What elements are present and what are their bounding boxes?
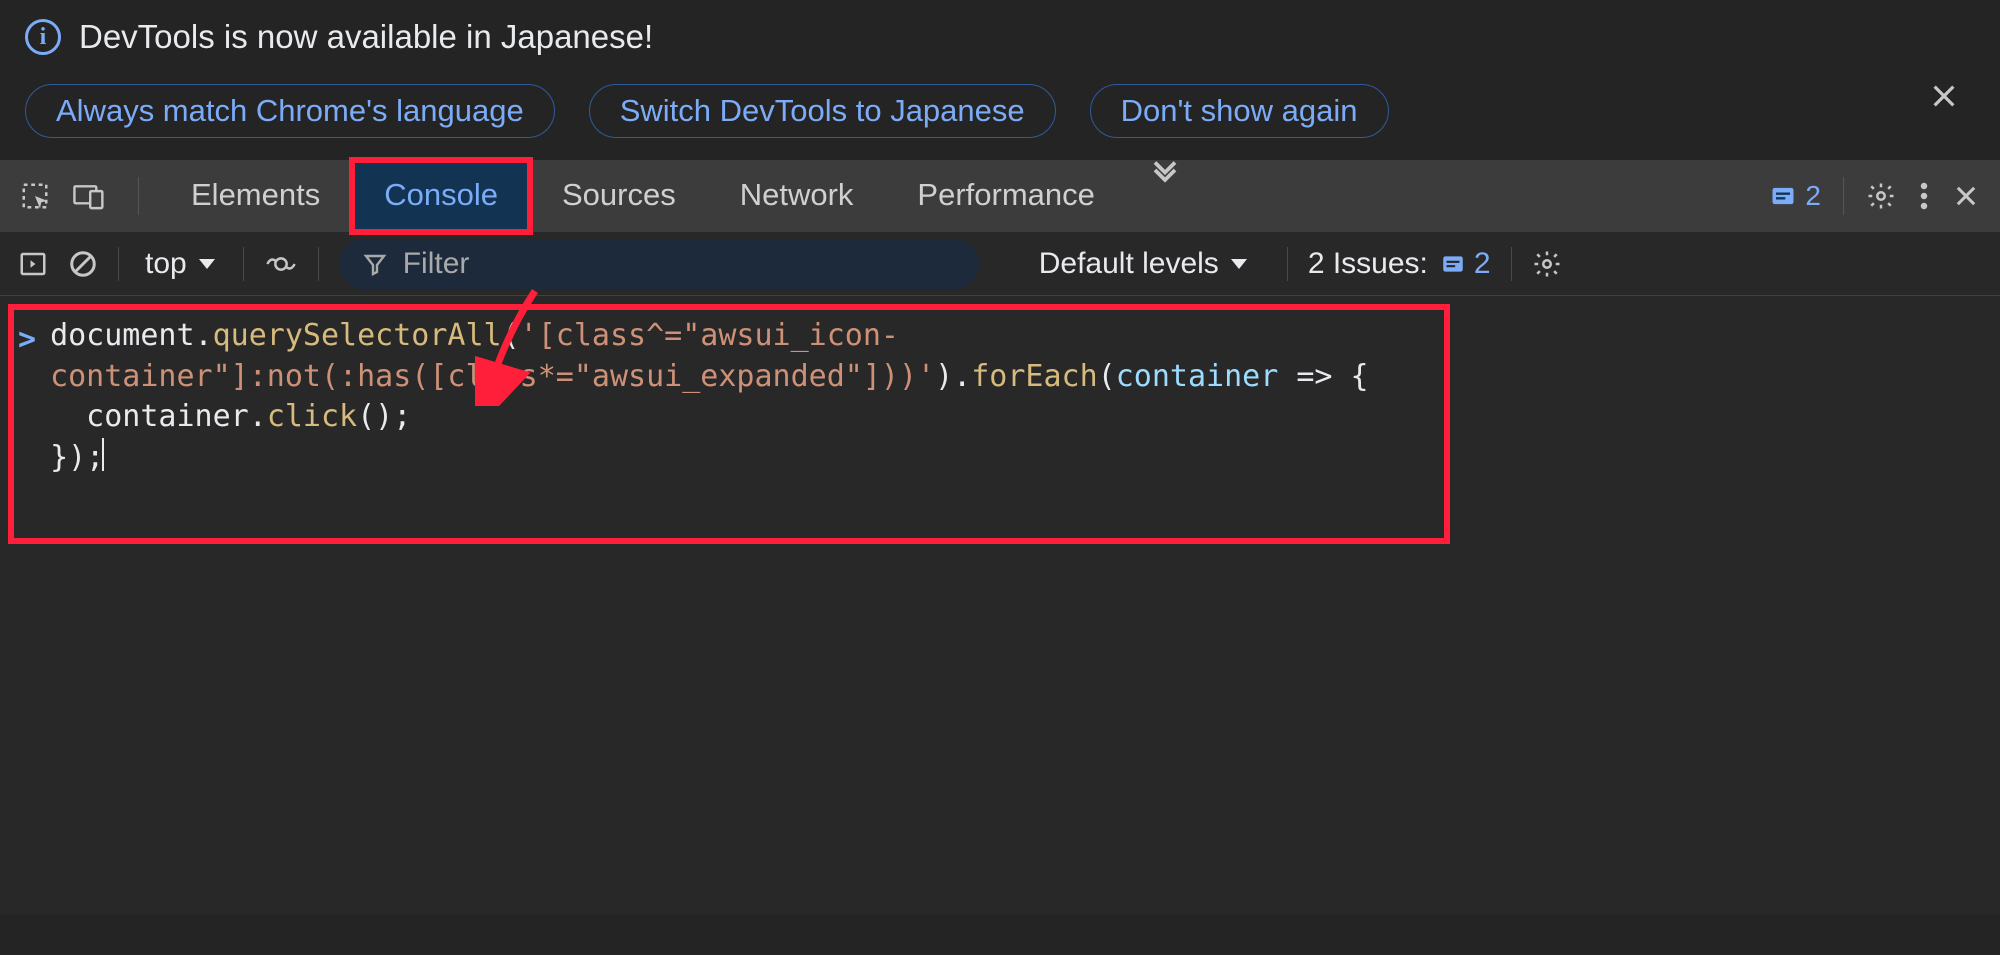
- separator: [243, 247, 244, 281]
- tab-network[interactable]: Network: [708, 160, 886, 232]
- context-label: top: [145, 247, 187, 281]
- inspect-element-icon[interactable]: [20, 181, 50, 211]
- close-devtools-icon[interactable]: [1952, 182, 1980, 210]
- separator: [118, 247, 119, 281]
- always-match-button[interactable]: Always match Chrome's language: [25, 84, 555, 138]
- prompt-glyph: >: [18, 316, 36, 478]
- log-levels-selector[interactable]: Default levels: [1039, 247, 1249, 281]
- tab-sources[interactable]: Sources: [530, 160, 708, 232]
- info-title-row: i DevTools is now available in Japanese!: [25, 18, 1975, 56]
- separator: [138, 177, 139, 215]
- gear-icon[interactable]: [1866, 181, 1896, 211]
- live-expression-icon[interactable]: [264, 249, 298, 279]
- separator: [1287, 247, 1288, 281]
- devtools-tabbar: Elements Console Sources Network Perform…: [0, 160, 2000, 232]
- console-prompt[interactable]: > document.querySelectorAll('[class^="aw…: [18, 316, 2000, 478]
- issues-chip: 2: [1440, 247, 1491, 281]
- levels-label: Default levels: [1039, 247, 1219, 281]
- console-code[interactable]: document.querySelectorAll('[class^="awsu…: [50, 316, 1369, 478]
- clear-console-icon[interactable]: [68, 249, 98, 279]
- filter-icon: [363, 252, 387, 276]
- toggle-drawer-icon[interactable]: [18, 249, 48, 279]
- console-toolbar: top Filter Default levels 2 Issues: 2: [0, 232, 2000, 296]
- filter-input[interactable]: Filter: [339, 239, 979, 289]
- tab-performance[interactable]: Performance: [885, 160, 1126, 232]
- switch-language-button[interactable]: Switch DevTools to Japanese: [589, 84, 1056, 138]
- filter-placeholder: Filter: [403, 247, 470, 281]
- separator: [1843, 177, 1844, 215]
- separator: [1511, 247, 1512, 281]
- issues-label: 2 Issues:: [1308, 247, 1428, 281]
- info-bar: i DevTools is now available in Japanese!…: [0, 0, 2000, 160]
- issues-badge-count: 2: [1474, 247, 1491, 281]
- more-tabs-icon[interactable]: [1127, 160, 1203, 232]
- console-settings-icon[interactable]: [1532, 249, 1562, 279]
- tab-elements[interactable]: Elements: [159, 160, 352, 232]
- dont-show-again-button[interactable]: Don't show again: [1090, 84, 1389, 138]
- kebab-menu-icon[interactable]: [1918, 181, 1930, 211]
- tabbar-left: [20, 177, 149, 215]
- info-icon: i: [25, 19, 61, 55]
- issues-count-label: 2: [1805, 180, 1821, 212]
- tabbar-right: 2: [1769, 177, 1980, 215]
- console-area[interactable]: > document.querySelectorAll('[class^="aw…: [0, 296, 2000, 915]
- separator: [318, 247, 319, 281]
- info-buttons: Always match Chrome's language Switch De…: [25, 84, 1975, 138]
- close-icon[interactable]: [1928, 80, 1960, 112]
- info-title: DevTools is now available in Japanese!: [79, 18, 653, 56]
- issues-link[interactable]: 2 Issues: 2: [1308, 247, 1491, 281]
- device-toolbar-icon[interactable]: [72, 181, 106, 211]
- tabs: Elements Console Sources Network Perform…: [159, 160, 1203, 232]
- issues-counter[interactable]: 2: [1769, 180, 1821, 212]
- context-selector[interactable]: top: [139, 247, 223, 281]
- tab-console[interactable]: Console: [352, 160, 530, 232]
- text-cursor: [102, 438, 104, 471]
